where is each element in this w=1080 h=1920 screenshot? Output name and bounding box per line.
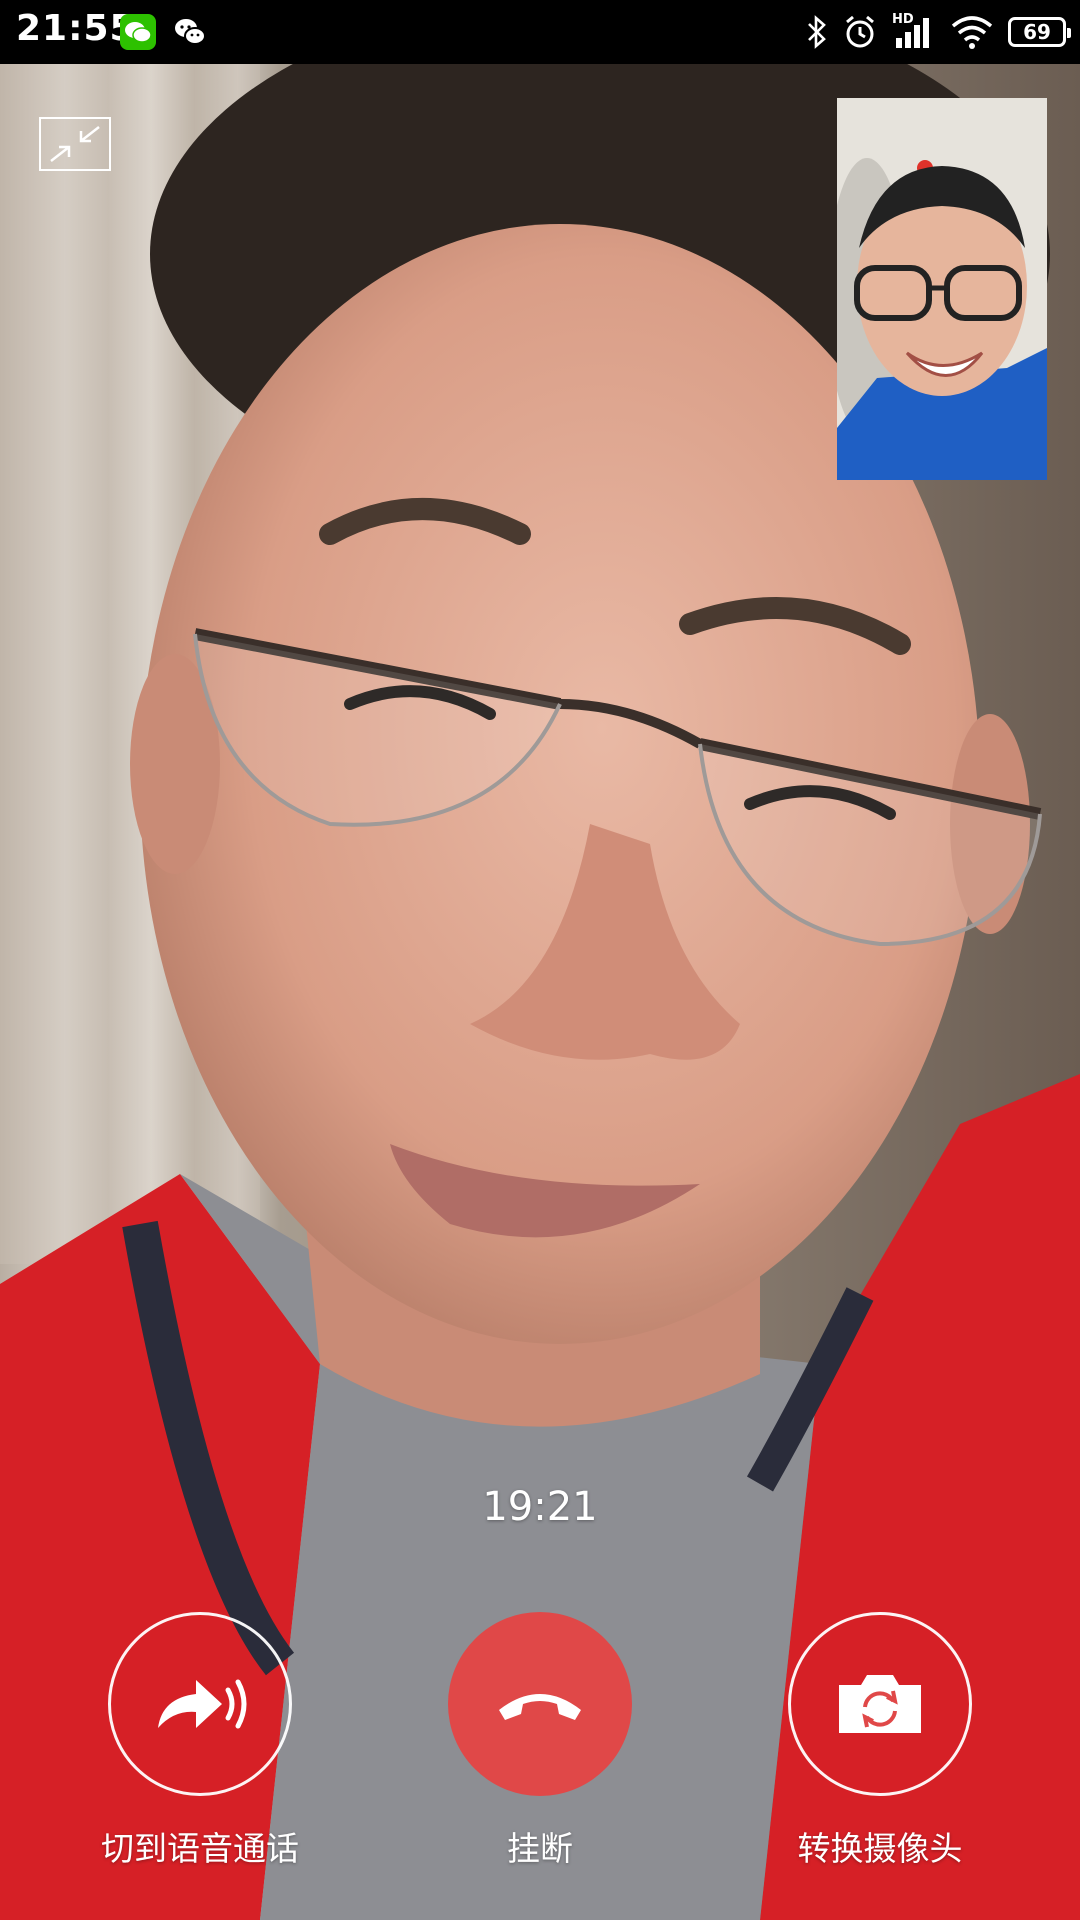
switch-camera-button[interactable] bbox=[788, 1612, 972, 1796]
switch-camera-label: 转换摄像头 bbox=[797, 1829, 963, 1868]
minimize-arrows-icon bbox=[50, 126, 100, 162]
bluetooth-icon bbox=[806, 15, 828, 49]
switch-to-voice-button[interactable] bbox=[108, 1612, 292, 1796]
voice-switch-icon bbox=[158, 1679, 247, 1729]
local-camera-preview[interactable] bbox=[837, 98, 1047, 480]
hang-up-button[interactable] bbox=[448, 1612, 632, 1796]
battery-icon: 69 bbox=[1008, 17, 1071, 47]
hd-signal-icon: HD bbox=[892, 12, 936, 52]
alarm-icon bbox=[842, 14, 878, 50]
wifi-icon bbox=[950, 14, 994, 50]
minimize-button[interactable] bbox=[39, 117, 111, 171]
switch-to-voice-label: 切到语音通话 bbox=[101, 1829, 299, 1868]
status-time: 21:55 bbox=[16, 8, 136, 49]
call-duration: 19:21 bbox=[482, 1484, 598, 1530]
phone-hangup-icon bbox=[499, 1694, 581, 1720]
battery-level: 69 bbox=[1023, 20, 1051, 44]
wechat-icon bbox=[120, 14, 156, 50]
camera-switch-icon bbox=[839, 1675, 921, 1733]
wechat-outline-icon bbox=[172, 14, 208, 50]
status-bar: 21:55 HD 69 bbox=[0, 0, 1080, 64]
hang-up-label: 挂断 bbox=[507, 1829, 573, 1868]
